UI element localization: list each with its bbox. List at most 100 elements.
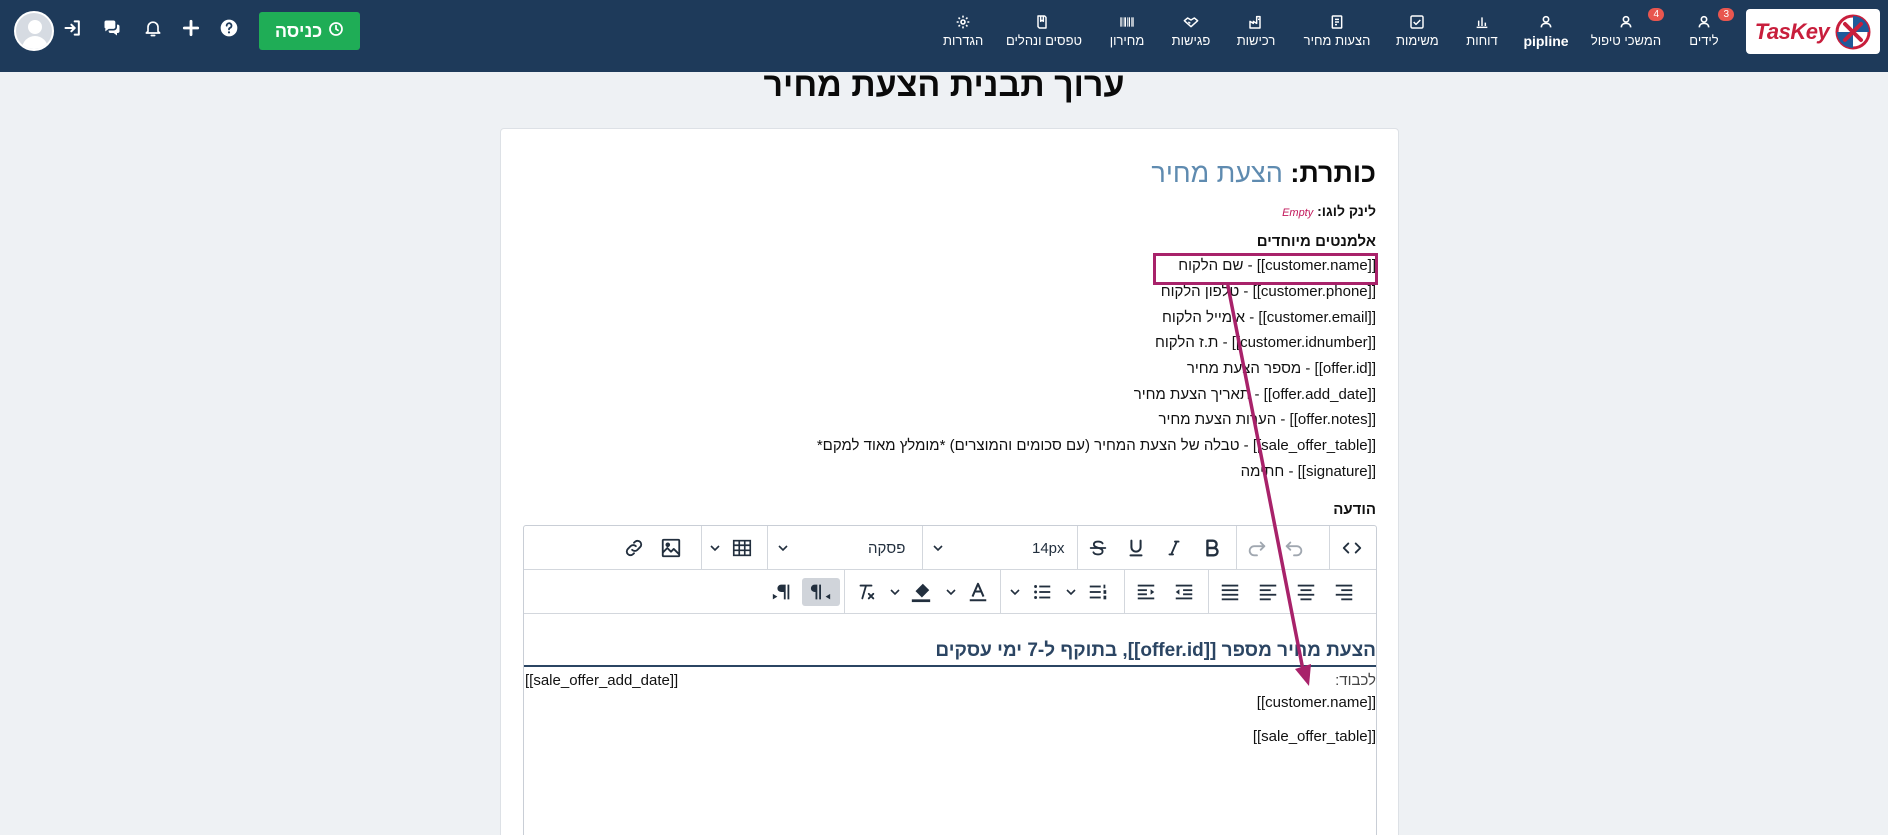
nav-item-leads[interactable]: 3 לידים [1684, 8, 1734, 54]
numbered-list-icon[interactable] [1084, 578, 1112, 606]
chevron-down-icon[interactable] [776, 534, 790, 562]
nav-item-settings[interactable]: הגדרות [943, 14, 983, 54]
rich-text-editor[interactable]: פסקה 14px הצעת מחיר מספר [[offer.id]], ב… [523, 525, 1377, 835]
nav-item-label: המשכי טיפול [1590, 33, 1662, 48]
page-title: ערוך תבנית הצעת מחיר [763, 66, 1125, 104]
nav-item-reports[interactable]: דוחות [1462, 14, 1502, 54]
user-avatar[interactable] [14, 11, 54, 51]
nav-item-label: דוחות [1466, 33, 1498, 48]
editor-toolbar-row-1: פסקה 14px [524, 526, 1376, 570]
logo-link-label: לינק לוגו: [1317, 203, 1376, 219]
rtl-direction-icon[interactable] [802, 578, 840, 606]
book-icon [1034, 14, 1050, 30]
text-color-icon[interactable] [964, 578, 992, 606]
clear-formatting-icon[interactable] [852, 578, 880, 606]
message-label: הודעה [1333, 501, 1376, 518]
nav-item-label: לידים [1689, 33, 1719, 48]
editor-content-heading[interactable]: הצעת מחיר מספר [[offer.id]], בתוקף ל-7 י… [524, 640, 1376, 667]
special-element-item: [[customer.phone]] - טלפון הלקוח [1160, 283, 1376, 300]
align-left-icon[interactable] [1254, 578, 1282, 606]
nav-item-label: הצעות מחיר [1303, 33, 1371, 48]
ltr-direction-icon[interactable] [769, 578, 795, 606]
nav-item-followups[interactable]: 4 המשכי טיפול [1590, 8, 1664, 54]
special-elements-heading: אלמנטים מיוחדים [1256, 233, 1376, 250]
align-right-icon[interactable] [1330, 578, 1358, 606]
italic-icon[interactable] [1160, 534, 1188, 562]
price-offer-icon [1329, 14, 1345, 30]
nav-item-label: משימות [1396, 33, 1439, 48]
editor-sale-offer-table-token[interactable]: [[sale_offer_table]] [1253, 728, 1376, 745]
editor-customer-name-token[interactable]: [[customer.name]] [1257, 694, 1376, 711]
bold-icon[interactable] [1198, 534, 1226, 562]
nav-item-label: פגישות [1171, 33, 1211, 48]
nav-item-meetings[interactable]: פגישות [1171, 14, 1211, 54]
brand-name: TasKey [1754, 18, 1830, 44]
nav-item-price-offers[interactable]: הצעות מחיר [1302, 14, 1372, 54]
user-icon: 4 [1618, 8, 1664, 30]
font-size-select[interactable]: 14px [1032, 540, 1065, 557]
chevron-down-icon[interactable] [888, 578, 902, 606]
chevron-down-icon[interactable] [931, 534, 945, 562]
editor-date-token[interactable]: [[sale_offer_add_date]] [525, 672, 678, 689]
editor-toolbar-row-2 [524, 570, 1376, 614]
align-justify-icon[interactable] [1216, 578, 1244, 606]
nav-item-forms[interactable]: טפסים ונהלים [1006, 14, 1082, 54]
redo-icon[interactable] [1243, 534, 1271, 562]
nav-item-label: הגדרות [943, 33, 984, 48]
handshake-icon [1183, 14, 1199, 30]
nav-item-label: רכישות [1236, 33, 1276, 48]
strikethrough-icon[interactable] [1084, 534, 1112, 562]
nav-item-label: pipline [1523, 33, 1569, 49]
nav-item-pipeline[interactable]: pipline [1522, 14, 1570, 54]
undo-icon[interactable] [1280, 534, 1308, 562]
bell-icon[interactable] [141, 16, 165, 40]
underline-icon[interactable] [1122, 534, 1150, 562]
enter-button-label: כניסה [274, 20, 323, 41]
special-element-item: [[signature]] - חתימה [1240, 463, 1376, 480]
title-value[interactable]: הצעת מחיר [1151, 158, 1282, 188]
chevron-down-icon[interactable] [1008, 578, 1022, 606]
followups-count-badge: 4 [1648, 8, 1664, 21]
editor-to-label[interactable]: לכבוד: [1335, 672, 1376, 689]
chevron-down-icon[interactable] [708, 534, 722, 562]
login-icon[interactable] [61, 16, 85, 40]
insert-image-icon[interactable] [655, 534, 687, 562]
insert-table-icon[interactable] [728, 534, 756, 562]
chevron-down-icon[interactable] [1064, 578, 1078, 606]
indent-icon[interactable] [1132, 578, 1160, 606]
special-element-item: [[offer.notes]] - הערות הצעת מחיר [1158, 411, 1377, 428]
highlight-color-icon[interactable] [907, 578, 935, 606]
barcode-icon [1119, 14, 1135, 30]
logo-link-value[interactable]: Empty [1282, 207, 1313, 219]
bullet-list-icon[interactable] [1028, 578, 1056, 606]
nav-item-price-list[interactable]: מחירון [1107, 14, 1147, 54]
insert-link-icon[interactable] [618, 534, 650, 562]
template-card: כותרת: הצעת מחיר לינק לוגו: Empty אלמנטי… [500, 128, 1399, 835]
plus-icon[interactable] [179, 16, 203, 40]
enter-button[interactable]: כניסה [259, 12, 360, 50]
brand-mark-icon [1835, 14, 1871, 49]
nav-item-tasks[interactable]: משימות [1396, 14, 1439, 54]
special-element-item: [[customer.idnumber]] - ת.ז הלקוח [1154, 334, 1376, 351]
nav-item-label: טפסים ונהלים [1006, 33, 1082, 48]
brand-logo[interactable]: TasKey [1746, 9, 1880, 54]
align-center-icon[interactable] [1292, 578, 1320, 606]
user-icon [1538, 14, 1554, 30]
bar-chart-icon [1474, 14, 1490, 30]
checkbox-icon [1409, 14, 1425, 30]
source-code-icon[interactable] [1337, 534, 1367, 562]
chat-icon[interactable] [100, 16, 124, 40]
template-title: כותרת: הצעת מחיר [1151, 158, 1376, 189]
nav-item-purchases[interactable]: רכישות [1236, 14, 1276, 54]
block-format-select[interactable]: פסקה [868, 540, 905, 557]
special-element-item: [[customer.email]] - אימייל הלקוח [1161, 309, 1376, 326]
clock-icon [328, 21, 344, 42]
factory-icon [1248, 14, 1264, 30]
title-label: כותרת: [1290, 158, 1376, 188]
help-icon[interactable] [217, 16, 241, 40]
chevron-down-icon[interactable] [944, 578, 958, 606]
outdent-icon[interactable] [1170, 578, 1198, 606]
gear-icon [955, 14, 971, 30]
special-element-item: [[offer.id]] - מספר הצעת מחיר [1186, 360, 1376, 377]
annotation-highlight-box [1153, 253, 1378, 285]
